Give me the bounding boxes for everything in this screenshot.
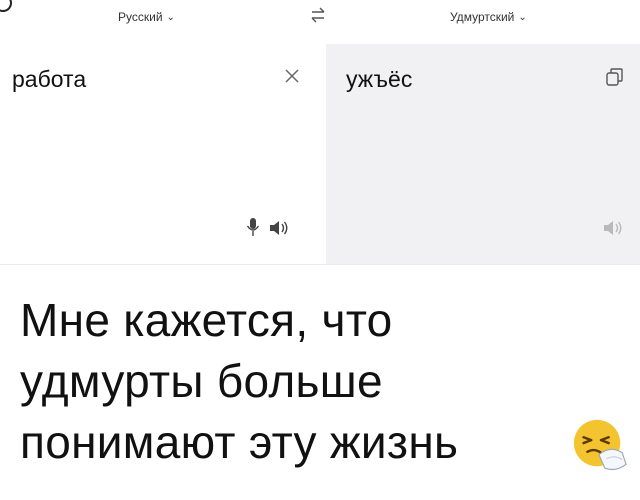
swap-arrows-icon: [311, 7, 325, 23]
chevron-down-icon: ⌄: [518, 11, 527, 23]
speaker-icon[interactable]: [602, 218, 624, 238]
translation-panel: ужъёс: [326, 44, 640, 264]
caption-text: Мне кажется, что удмурты больше понимают…: [20, 290, 620, 473]
clear-button[interactable]: [280, 64, 304, 88]
source-language-label: Русский: [118, 10, 163, 24]
microphone-icon[interactable]: [244, 216, 262, 238]
speaker-icon[interactable]: [268, 218, 290, 238]
language-bar: Русский ⌄ Удмуртский ⌄: [0, 0, 640, 44]
source-text[interactable]: работа: [12, 66, 86, 93]
source-language-selector[interactable]: Русский ⌄: [118, 10, 175, 24]
caption-line-2: удмурты больше: [20, 355, 383, 407]
target-language-label: Удмуртский: [450, 10, 515, 24]
close-icon: [285, 69, 299, 83]
copy-icon[interactable]: [604, 66, 626, 88]
caption-line-3: понимают эту жизнь: [20, 416, 459, 468]
source-text-panel[interactable]: работа: [0, 44, 326, 264]
divider: [0, 264, 640, 265]
chevron-down-icon: ⌄: [166, 11, 175, 23]
sneezing-face-emoji: [573, 419, 627, 471]
corner-circle-icon: [0, 0, 12, 12]
target-language-selector[interactable]: Удмуртский ⌄: [450, 10, 527, 24]
caption-line-1: Мне кажется, что: [20, 294, 393, 346]
translation-text: ужъёс: [346, 66, 413, 92]
swap-languages-button[interactable]: [304, 4, 332, 26]
